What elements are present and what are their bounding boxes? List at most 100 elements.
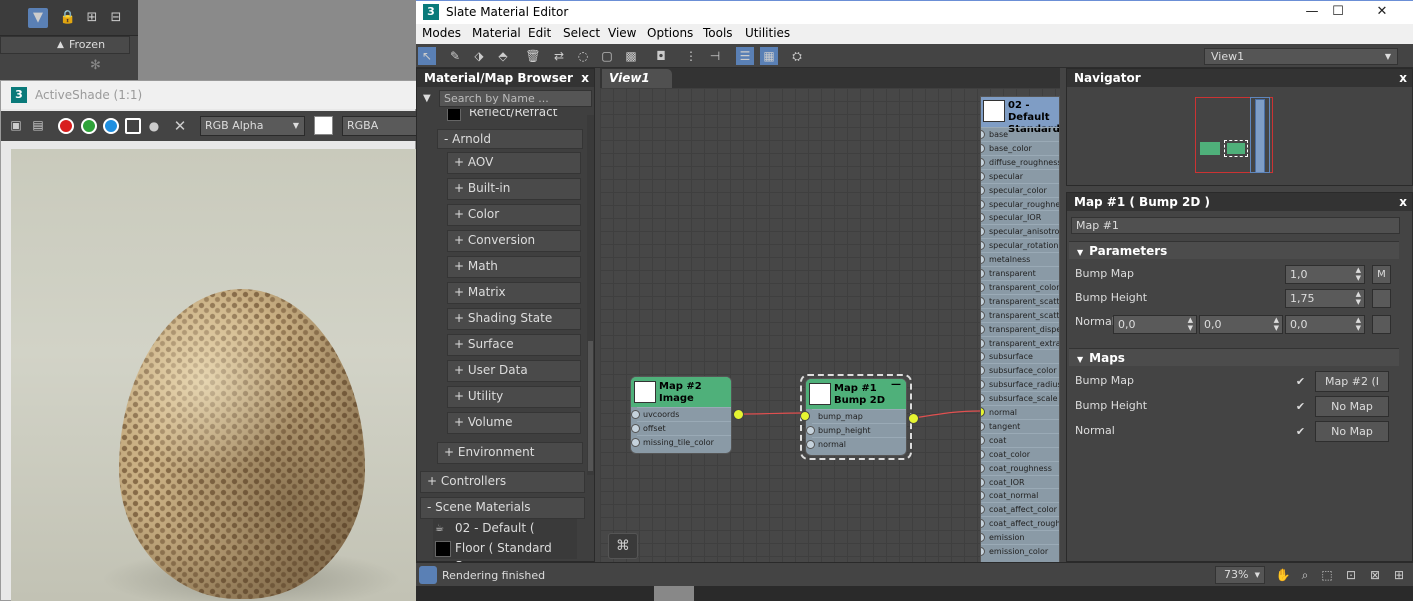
- maps-bump-map-button[interactable]: Map #2 (I: [1315, 371, 1389, 392]
- select-tool-icon[interactable]: ↖: [418, 47, 436, 65]
- slot-uvcoords[interactable]: uvcoords: [631, 407, 731, 420]
- clone-icon[interactable]: ▤: [29, 116, 47, 134]
- input-socket[interactable]: [981, 171, 985, 181]
- input-socket[interactable]: [981, 282, 985, 292]
- zoom-all-icon[interactable]: ⊞: [1390, 566, 1408, 584]
- input-socket[interactable]: [981, 533, 985, 543]
- input-socket[interactable]: [981, 324, 985, 334]
- material-slot-transparent-dispersio[interactable]: transparent_dispersio: [981, 321, 1059, 336]
- input-socket[interactable]: [981, 130, 985, 139]
- material-browser-toggle-icon[interactable]: ☰: [736, 47, 754, 65]
- mono-icon[interactable]: ●: [145, 117, 163, 135]
- scene-material-default[interactable]: ☕ 02 - Default ( Stand...: [433, 519, 577, 553]
- input-socket[interactable]: [631, 410, 640, 419]
- blue-channel-toggle[interactable]: [103, 118, 119, 134]
- normal-y-spinner[interactable]: 0,0 ▲ ▼: [1199, 315, 1283, 334]
- material-to-selection-icon[interactable]: ⬘: [494, 47, 512, 65]
- group-arnold[interactable]: - Arnold: [437, 129, 583, 149]
- input-socket[interactable]: [981, 352, 985, 362]
- binoculars-icon[interactable]: ⌘: [608, 533, 638, 559]
- menu-modes[interactable]: Modes: [422, 26, 461, 40]
- maps-bump-height-checkbox[interactable]: ✔: [1294, 400, 1307, 413]
- filter-icon[interactable]: ▼: [28, 8, 48, 28]
- material-slot-specular-color[interactable]: specular_color: [981, 182, 1059, 197]
- frozen-column-header[interactable]: ▲ Frozen: [0, 36, 130, 54]
- input-socket[interactable]: [981, 143, 985, 153]
- parameter-editor-close-button[interactable]: x: [1399, 193, 1407, 211]
- activeshade-titlebar[interactable]: 3 ActiveShade (1:1): [1, 81, 417, 109]
- pan-hand-icon[interactable]: ✋: [1274, 566, 1292, 584]
- hide-unused-icon[interactable]: ◌: [574, 47, 592, 65]
- input-socket[interactable]: [981, 213, 985, 223]
- material-slot-specular-rotation[interactable]: specular_rotation: [981, 238, 1059, 252]
- browser-options-icon[interactable]: ▼: [423, 93, 431, 104]
- input-socket[interactable]: [981, 394, 985, 404]
- hierarchy-alt-icon[interactable]: ⊟: [106, 8, 126, 28]
- render-viewport[interactable]: [11, 149, 417, 601]
- map-name-field[interactable]: Map #1: [1071, 217, 1400, 234]
- material-slot-subsurface-scale[interactable]: subsurface_scale: [981, 391, 1059, 405]
- material-slot-specular[interactable]: specular: [981, 168, 1059, 183]
- input-socket[interactable]: [981, 157, 985, 167]
- slot-bump-map[interactable]: bump_map: [800, 409, 906, 422]
- output-socket[interactable]: [908, 413, 919, 424]
- assign-material-icon[interactable]: ⬗: [470, 47, 488, 65]
- material-slot-emission[interactable]: emission: [981, 530, 1059, 544]
- node-map1-bump2d[interactable]: Map #1 Bump 2D — bump_map bump_height no…: [800, 378, 919, 456]
- bump-height-spinner[interactable]: 1,75 ▲ ▼: [1285, 289, 1365, 308]
- input-socket[interactable]: [981, 547, 985, 556]
- alpha-channel-toggle[interactable]: [125, 118, 141, 134]
- layout-vertical-icon[interactable]: ⋮: [682, 47, 700, 65]
- node-view-canvas[interactable]: Map #2 Image uvcoords offset missing_til…: [600, 88, 1060, 562]
- delete-icon[interactable]: 🗑: [524, 47, 542, 65]
- normal-map-button[interactable]: [1372, 315, 1391, 334]
- input-socket[interactable]: [981, 227, 985, 237]
- layout-children-icon[interactable]: ⊣: [706, 47, 724, 65]
- slot-offset[interactable]: offset: [631, 421, 731, 434]
- scene-material-floor[interactable]: Floor ( Standard Sur...: [433, 539, 577, 573]
- input-socket[interactable]: [981, 296, 985, 306]
- input-socket[interactable]: [981, 421, 985, 431]
- background-icon[interactable]: ▩: [622, 47, 640, 65]
- group-controllers[interactable]: + Controllers: [420, 471, 585, 493]
- input-socket[interactable]: [806, 440, 815, 449]
- material-slot-specular-anisotropy[interactable]: specular_anisotropy: [981, 224, 1059, 238]
- normal-x-spinner[interactable]: 0,0 ▲ ▼: [1113, 315, 1197, 334]
- slot-bump-height[interactable]: bump_height: [806, 423, 906, 436]
- green-channel-toggle[interactable]: [81, 118, 97, 134]
- input-socket[interactable]: [981, 199, 985, 209]
- material-slot-transparent-scatter-[interactable]: transparent_scatter_...: [981, 307, 1059, 322]
- maps-bump-map-checkbox[interactable]: ✔: [1294, 375, 1307, 388]
- material-slot-transparent-scatter[interactable]: transparent_scatter: [981, 293, 1059, 308]
- view-selector[interactable]: View1 ▼: [1204, 48, 1398, 65]
- group-user-data[interactable]: + User Data: [447, 360, 581, 382]
- rollout-parameters[interactable]: ▼ Parameters: [1069, 241, 1399, 259]
- bump-map-spinner[interactable]: 1,0 ▲ ▼: [1285, 265, 1365, 284]
- select-by-material-icon[interactable]: ⛭: [788, 47, 806, 65]
- input-socket[interactable]: [981, 255, 985, 265]
- menu-view[interactable]: View: [608, 26, 636, 40]
- material-slot-subsurface-radius[interactable]: subsurface_radius: [981, 377, 1059, 391]
- maximize-button[interactable]: ☐: [1318, 1, 1358, 23]
- bump-height-map-button[interactable]: [1372, 289, 1391, 308]
- maps-bump-height-button[interactable]: No Map: [1315, 396, 1389, 417]
- group-shading-state[interactable]: + Shading State: [447, 308, 581, 330]
- red-channel-toggle[interactable]: [58, 118, 74, 134]
- slot-missing-tile-color[interactable]: missing_tile_color: [631, 435, 731, 448]
- node-material-02-default[interactable]: 02 - Default Standard... base base_colord…: [980, 96, 1060, 562]
- input-socket-connected[interactable]: [800, 411, 810, 421]
- rollout-maps[interactable]: ▼ Maps: [1069, 348, 1399, 366]
- material-slot-transparent-extra-ro[interactable]: transparent_extra_ro: [981, 335, 1059, 350]
- close-button[interactable]: ✕: [1362, 1, 1402, 23]
- material-slot-transparent-color[interactable]: transparent_color: [981, 279, 1059, 294]
- material-slot-emission-color[interactable]: emission_color: [981, 544, 1059, 558]
- menu-material[interactable]: Material: [472, 26, 521, 40]
- input-socket[interactable]: [981, 310, 985, 320]
- tab-view1[interactable]: View1: [602, 69, 672, 88]
- navigator-close-button[interactable]: x: [1399, 69, 1407, 87]
- group-conversion[interactable]: + Conversion: [447, 230, 581, 252]
- group-built-in[interactable]: + Built-in: [447, 178, 581, 200]
- input-socket[interactable]: [981, 241, 985, 251]
- menu-options[interactable]: Options: [647, 26, 693, 40]
- material-slot-coat[interactable]: coat: [981, 432, 1059, 447]
